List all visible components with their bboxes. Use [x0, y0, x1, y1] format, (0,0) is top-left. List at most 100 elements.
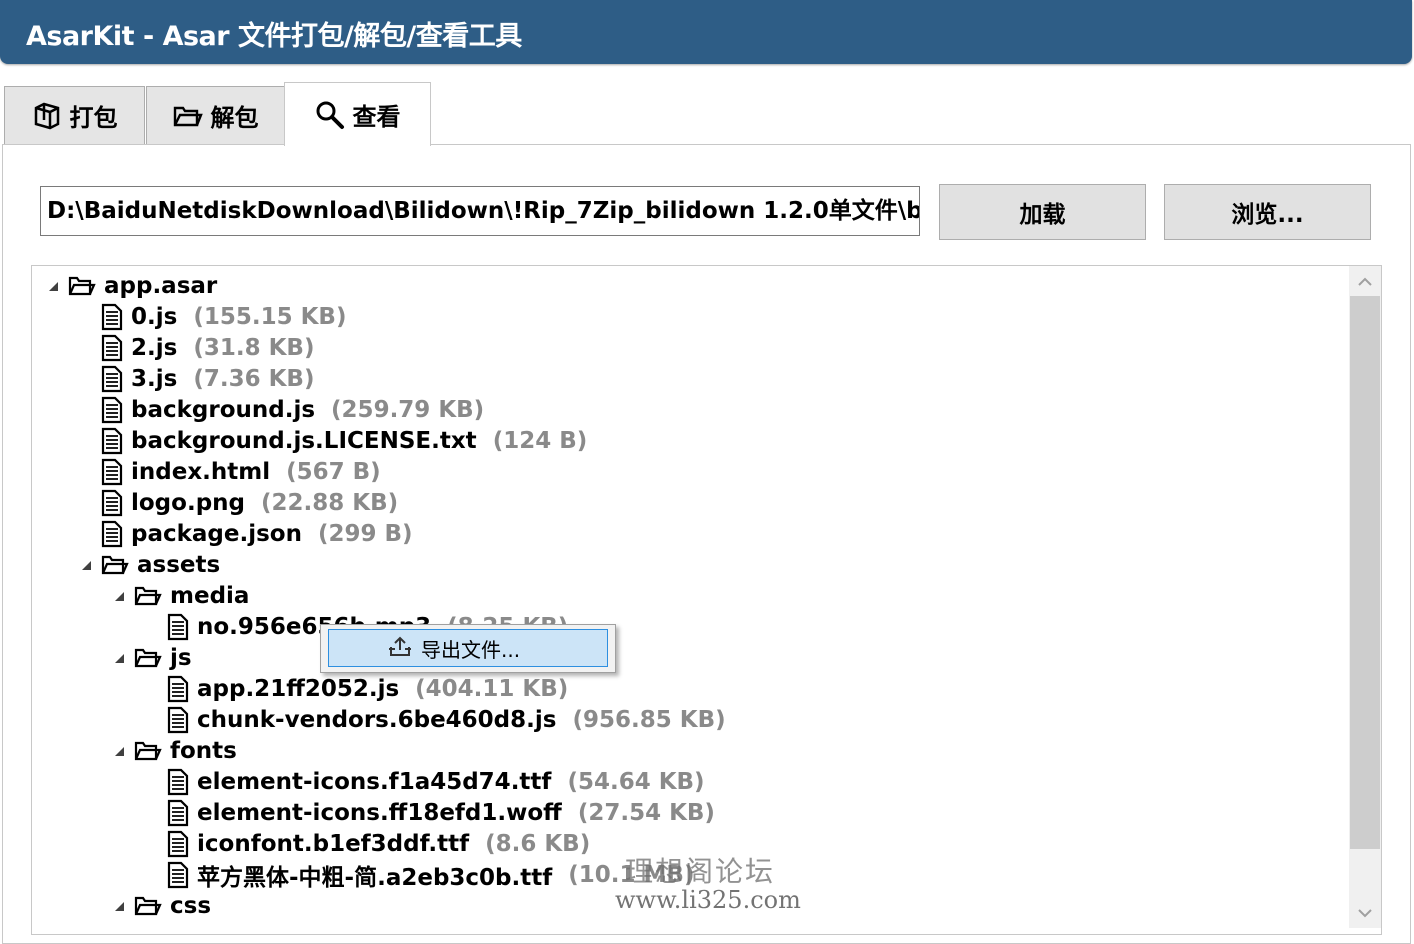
file-icon: [167, 799, 189, 827]
file-icon: [167, 613, 189, 641]
watermark-text: 理想阁论坛: [625, 855, 776, 888]
export-file-menu-item[interactable]: 导出文件...: [328, 629, 608, 667]
node-name: chunk-vendors.6be460d8.js: [197, 706, 557, 733]
folder-icon: [134, 585, 162, 607]
node-name: iconfont.b1ef3ddf.ttf: [197, 830, 470, 857]
node-name: package.json: [131, 520, 302, 547]
scroll-thumb[interactable]: [1350, 296, 1380, 849]
tree-file-node[interactable]: 0.js (155.15 KB): [77, 301, 346, 332]
tree-file-node[interactable]: background.js.LICENSE.txt (124 B): [77, 425, 587, 456]
node-name: 0.js: [131, 303, 178, 330]
tree-file-node[interactable]: element-icons.ff18efd1.woff (27.54 KB): [143, 797, 715, 828]
node-name: element-icons.f1a45d74.ttf: [197, 768, 552, 795]
tree-file-node[interactable]: package.json (299 B): [77, 518, 413, 549]
scroll-down-arrow-icon[interactable]: [1349, 898, 1381, 928]
tab-view[interactable]: 查看: [284, 82, 431, 146]
tab-pack-label: 打包: [69, 104, 118, 132]
node-name: assets: [137, 551, 221, 578]
file-icon: [167, 861, 189, 889]
scroll-up-arrow-icon[interactable]: [1349, 266, 1381, 296]
load-button[interactable]: 加载: [939, 184, 1146, 240]
tree-file-node[interactable]: iconfont.b1ef3ddf.ttf (8.6 KB): [143, 828, 590, 859]
folder-icon: [68, 275, 96, 297]
tree-folder-node[interactable]: app.asar: [44, 270, 217, 301]
tab-pack[interactable]: 打包: [4, 86, 145, 144]
tree-file-node[interactable]: 3.js (7.36 KB): [77, 363, 314, 394]
tab-unpack-label: 解包: [210, 104, 259, 132]
tree-file-node[interactable]: element-icons.f1a45d74.ttf (54.64 KB): [143, 766, 705, 797]
file-icon: [167, 830, 189, 858]
node-name: element-icons.ff18efd1.woff: [197, 799, 562, 826]
node-name: js: [170, 644, 192, 671]
node-size: (124 B): [492, 427, 588, 454]
browse-button[interactable]: 浏览...: [1164, 184, 1371, 240]
tree-folder-node[interactable]: js: [110, 642, 192, 673]
folder-icon: [134, 740, 162, 762]
asar-tree-view[interactable]: app.asar 0.js (155.15 KB) 2.js (31.8 KB) 3.js…: [31, 265, 1382, 935]
node-size: (54.64 KB): [567, 768, 705, 795]
expand-arrow-icon[interactable]: [44, 280, 62, 292]
file-icon: [101, 303, 123, 331]
expand-arrow-icon[interactable]: [110, 745, 128, 757]
node-size: (22.88 KB): [261, 489, 399, 516]
file-icon: [101, 365, 123, 393]
file-icon: [167, 706, 189, 734]
file-icon: [101, 489, 123, 517]
tree-folder-node[interactable]: assets: [77, 549, 220, 580]
magnifier-icon: [315, 100, 345, 130]
tree-folder-node[interactable]: media: [110, 580, 249, 611]
tree-folder-node[interactable]: css: [110, 890, 211, 921]
node-name: 3.js: [131, 365, 178, 392]
tree-file-node[interactable]: app.21ff2052.js (404.11 KB): [143, 673, 568, 704]
export-icon: [387, 635, 413, 662]
node-size: (299 B): [317, 520, 413, 547]
node-name: 苹方黑体-中粗-简.a2eb3c0b.ttf: [197, 864, 553, 891]
folder-icon: [134, 647, 162, 669]
node-name: background.js.LICENSE.txt: [131, 427, 477, 454]
expand-arrow-icon[interactable]: [77, 559, 95, 571]
node-name: logo.png: [131, 489, 245, 516]
package-icon: [32, 102, 62, 130]
tree-file-node[interactable]: chunk-vendors.6be460d8.js (956.85 KB): [143, 704, 726, 735]
node-name: app.asar: [104, 272, 218, 299]
node-name: background.js: [131, 396, 316, 423]
tree-file-node[interactable]: 2.js (31.8 KB): [77, 332, 314, 363]
file-icon: [101, 458, 123, 486]
context-menu: 导出文件...: [320, 624, 616, 673]
file-icon: [101, 396, 123, 424]
tree-file-node[interactable]: index.html (567 B): [77, 456, 381, 487]
file-icon: [101, 427, 123, 455]
tree-scrollbar[interactable]: [1349, 266, 1381, 928]
expand-arrow-icon[interactable]: [110, 652, 128, 664]
folder-icon: [134, 895, 162, 917]
tree-file-node[interactable]: logo.png (22.88 KB): [77, 487, 398, 518]
node-name: app.21ff2052.js: [197, 675, 400, 702]
tree-file-node[interactable]: 苹方黑体-中粗-简.a2eb3c0b.ttf (10.1 MB): [143, 859, 694, 891]
node-size: (567 B): [286, 458, 381, 485]
node-size: (7.36 KB): [193, 365, 315, 392]
tree-folder-node[interactable]: fonts: [110, 735, 237, 766]
window-title: AsarKit - Asar 文件打包/解包/查看工具: [26, 21, 522, 52]
node-size: (404.11 KB): [415, 675, 569, 702]
node-size: (155.15 KB): [193, 303, 347, 330]
file-icon: [101, 334, 123, 362]
node-name: media: [170, 582, 250, 609]
watermark-url: www.li325.com: [615, 886, 801, 914]
tree-file-node[interactable]: background.js (259.79 KB): [77, 394, 484, 425]
node-size: (956.85 KB): [572, 706, 726, 733]
node-name: css: [170, 892, 212, 919]
node-size: (8.6 KB): [485, 830, 591, 857]
expand-arrow-icon[interactable]: [110, 900, 128, 912]
export-file-label: 导出文件...: [421, 637, 521, 662]
file-icon: [101, 520, 123, 548]
file-icon: [167, 768, 189, 796]
tab-view-label: 查看: [352, 103, 401, 131]
expand-arrow-icon[interactable]: [110, 590, 128, 602]
tab-unpack[interactable]: 解包: [146, 86, 285, 144]
asar-path-input[interactable]: D:\BaiduNetdiskDownload\Bilidown\!Rip_7Z…: [40, 186, 920, 236]
node-name: fonts: [170, 737, 237, 764]
node-size: (31.8 KB): [193, 334, 315, 361]
node-name: 2.js: [131, 334, 178, 361]
title-bar: AsarKit - Asar 文件打包/解包/查看工具: [0, 0, 1412, 64]
folder-icon: [101, 554, 129, 576]
